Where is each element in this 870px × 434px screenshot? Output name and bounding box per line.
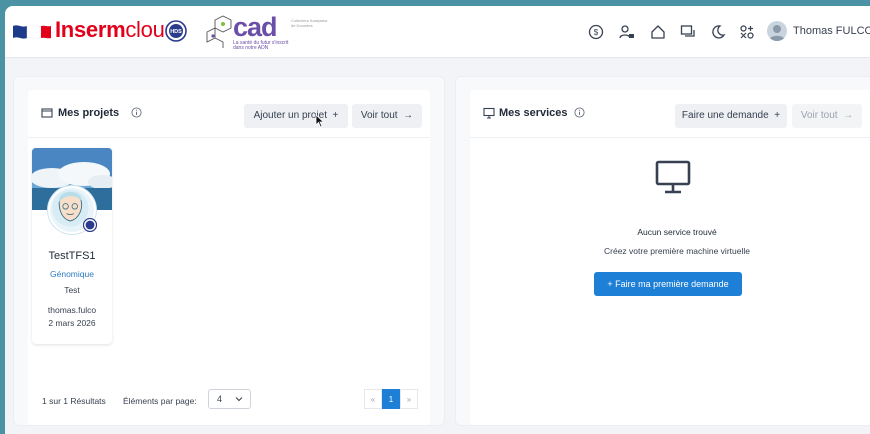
arrow-right-icon: → — [403, 110, 414, 121]
folder-icon — [41, 108, 53, 118]
top-bar: Insermcloud HDS cad La santé du futur s'… — [5, 6, 870, 58]
user-name[interactable]: Thomas FULCONIS — [793, 25, 870, 37]
user-lock-icon[interactable] — [619, 24, 635, 40]
projects-panel: Mes projets Ajouter un projet + Voir tou… — [13, 76, 445, 426]
services-header: Mes services Faire une demande + Voir to… — [470, 90, 870, 138]
arrow-right-icon: → — [843, 110, 854, 121]
first-request-button[interactable]: + Faire ma première demande — [594, 272, 742, 296]
projects-title: Mes projets — [58, 107, 120, 119]
dollar-icon[interactable]: $ — [588, 24, 604, 40]
pagination-prev-button[interactable]: « — [364, 389, 382, 409]
user-avatar[interactable] — [767, 21, 787, 41]
svg-text:HDS: HDS — [170, 29, 182, 35]
add-project-button[interactable]: Ajouter un projet + — [244, 104, 348, 128]
services-panel: Mes services Faire une demande + Voir to… — [455, 76, 870, 426]
home-icon[interactable] — [650, 24, 666, 40]
monitor-icon — [655, 160, 691, 194]
plus-icon: + — [774, 110, 781, 121]
project-domain: Génomique — [50, 269, 94, 279]
user-avatar-icon — [769, 25, 785, 41]
services-title: Mes services — [499, 107, 568, 119]
project-name: TestTFS1 — [48, 250, 96, 262]
svg-text:$: $ — [594, 28, 599, 37]
pagination-next-button[interactable]: » — [400, 389, 418, 409]
per-page-select[interactable]: 4 — [208, 389, 251, 409]
mouse-cursor-icon — [315, 114, 325, 128]
app-window: Insermcloud HDS cad La santé du futur s'… — [5, 6, 870, 434]
projects-view-all-button[interactable]: Voir tout → — [352, 104, 422, 128]
info-icon[interactable] — [131, 107, 142, 118]
chevron-down-icon — [235, 397, 243, 402]
project-date: 2 mars 2026 — [48, 318, 96, 328]
projects-pagination: 1 sur 1 Résultats Éléments par page: 4 «… — [28, 386, 430, 416]
projects-header: Mes projets Ajouter un projet + Voir tou… — [28, 90, 430, 138]
hds-badge-icon: HDS — [165, 20, 187, 42]
cad-tagline-2: dans notre ADN — [233, 45, 269, 51]
hds-small-badge-icon — [83, 218, 97, 232]
project-description: Test — [64, 285, 80, 295]
moon-icon[interactable] — [710, 24, 726, 40]
insermcloud-logo[interactable]: Insermcloud — [55, 17, 177, 43]
request-service-button[interactable]: Faire une demande + — [675, 104, 787, 128]
result-count: 1 sur 1 Résultats — [42, 396, 106, 406]
monitor-small-icon — [483, 107, 495, 119]
per-page-label: Éléments par page: — [123, 396, 197, 406]
empty-state-title: Aucun service trouvé — [637, 227, 717, 237]
empty-state-subtitle: Créez votre première machine virtuelle — [604, 246, 750, 256]
chat-icon[interactable] — [680, 24, 696, 40]
apps-icon[interactable] — [739, 24, 755, 40]
services-card: Mes services Faire une demande + Voir to… — [470, 90, 870, 425]
plus-icon: + — [332, 110, 339, 121]
project-card[interactable]: TestTFS1 Génomique Test thomas.fulco 2 m… — [32, 148, 112, 344]
pagination-page-1[interactable]: 1 — [382, 389, 400, 409]
info-icon[interactable] — [574, 107, 585, 118]
republique-francaise-flag-icon — [13, 25, 51, 39]
projects-card: Mes projets Ajouter un projet + Voir tou… — [28, 90, 430, 425]
services-view-all-button[interactable]: Voir tout → — [792, 104, 862, 128]
cad-side-text: Collecteur Analyseur de Données — [291, 18, 328, 28]
cad-logo-text: cad — [233, 12, 278, 42]
project-owner: thomas.fulco — [47, 305, 97, 315]
